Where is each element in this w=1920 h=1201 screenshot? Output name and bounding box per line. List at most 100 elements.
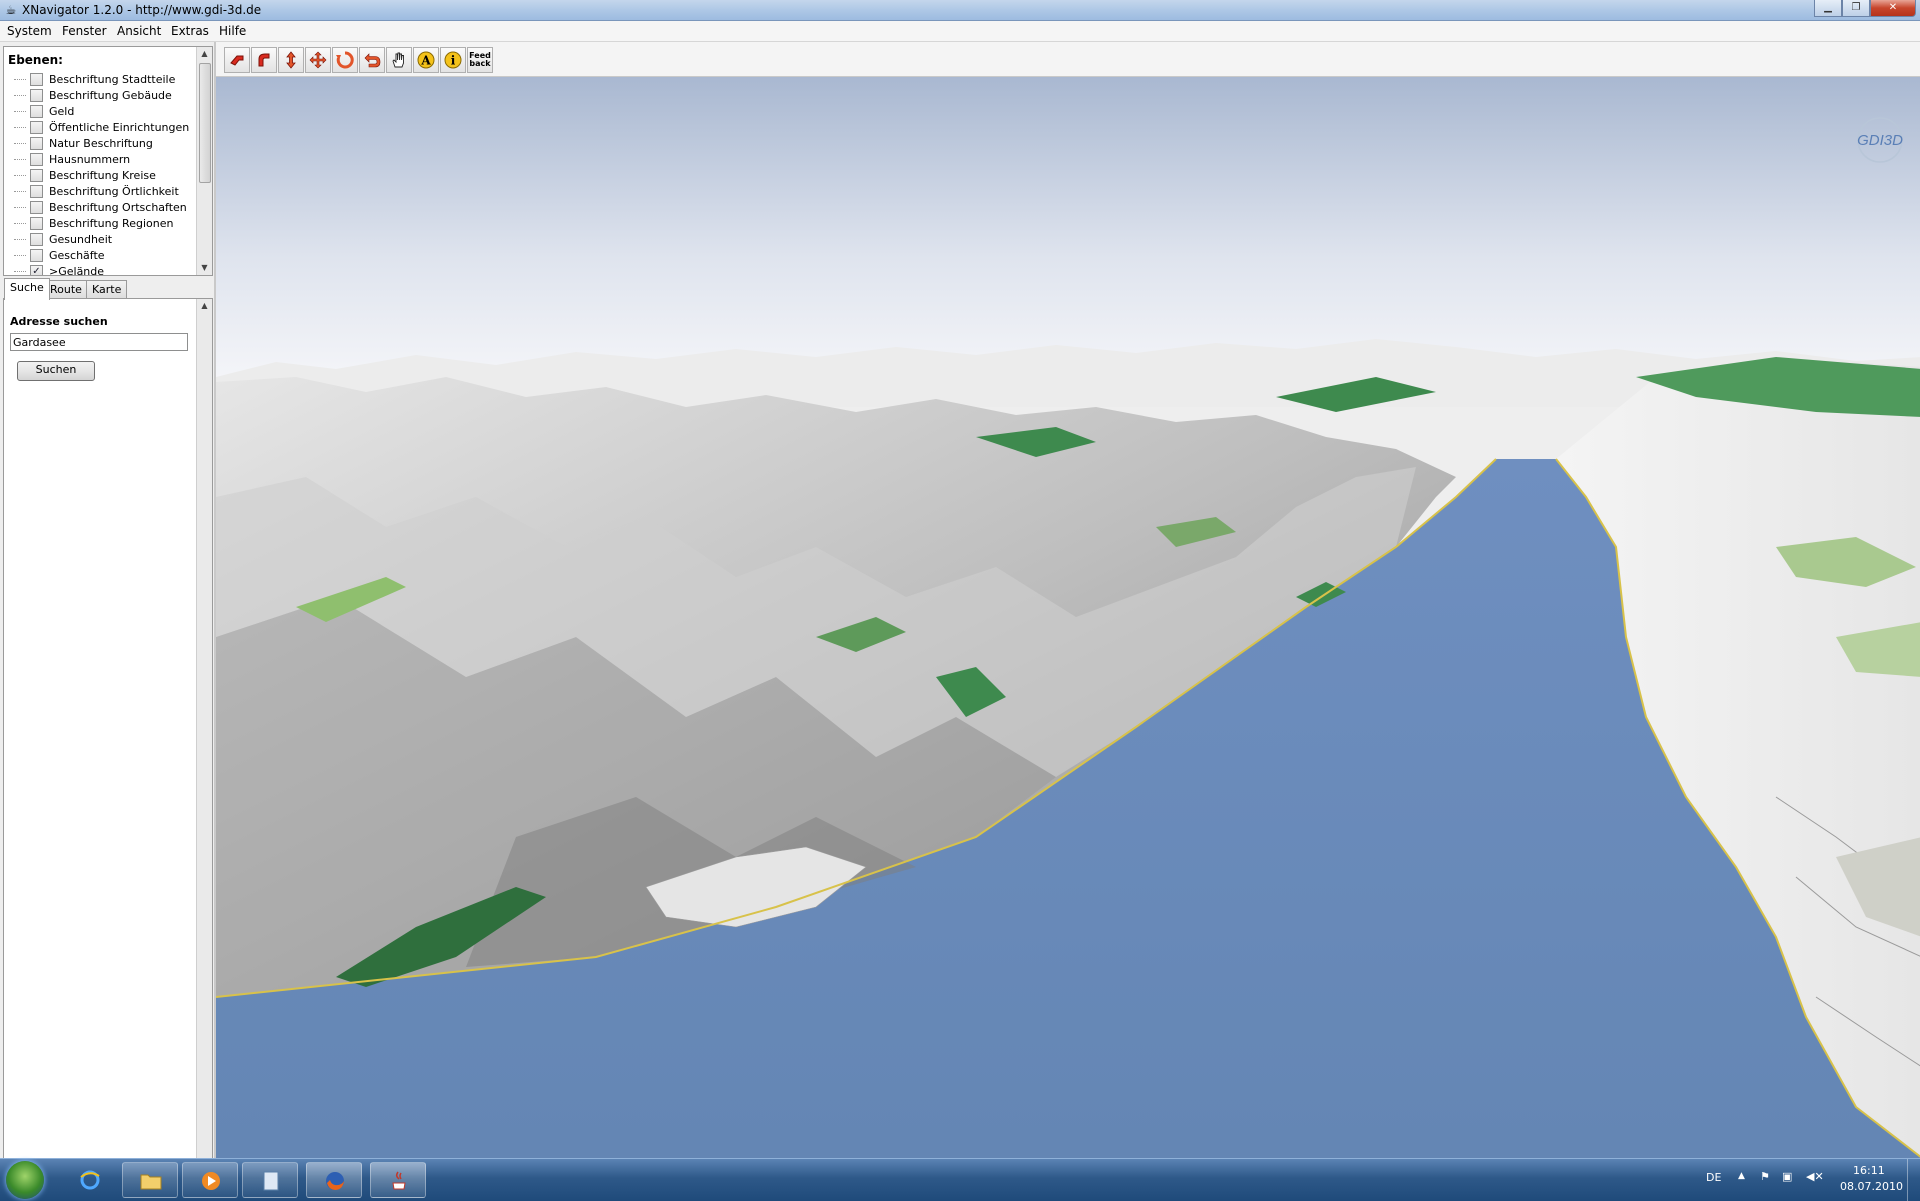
layer-checkbox-checked[interactable]: ✓ xyxy=(30,264,43,275)
pan-button[interactable] xyxy=(386,47,412,73)
menu-fenster[interactable]: Fenster xyxy=(62,24,107,38)
window-title-bar[interactable]: ☕ XNavigator 1.2.0 - http://www.gdi-3d.d… xyxy=(0,0,1920,21)
tab-karte[interactable]: Karte xyxy=(86,280,128,299)
layer-checkbox[interactable] xyxy=(30,136,43,150)
search-panel-scrollbar[interactable]: ▲ ▼ xyxy=(196,299,212,1198)
scroll-up-icon[interactable]: ▲ xyxy=(197,299,212,313)
layers-panel: Ebenen: Beschriftung Stadtteile Beschrif… xyxy=(3,46,213,276)
tree-connector xyxy=(14,174,26,176)
sidebar-tabs: Suche Route Karte xyxy=(3,278,211,300)
show-desktop-button[interactable] xyxy=(1907,1159,1920,1201)
layers-scrollbar[interactable]: ▲ ▼ xyxy=(196,47,212,275)
taskbar-java[interactable] xyxy=(370,1162,426,1198)
layer-checkbox[interactable] xyxy=(30,248,43,262)
tree-connector xyxy=(14,238,26,240)
map-viewport: A i Feed back GDI3D xyxy=(214,42,1920,1158)
tree-connector xyxy=(14,126,26,128)
info-button[interactable]: i xyxy=(440,47,466,73)
text-label-button[interactable]: A xyxy=(413,47,439,73)
layer-item[interactable]: Gesundheit xyxy=(14,231,112,247)
internet-explorer-icon xyxy=(80,1170,100,1190)
show-hidden-icons-icon[interactable]: ▲ xyxy=(1738,1171,1745,1181)
clock-time[interactable]: 16:11 xyxy=(1853,1164,1885,1177)
menu-ansicht[interactable]: Ansicht xyxy=(117,24,161,38)
move-all-directions-icon xyxy=(309,51,327,69)
taskbar-media-player[interactable] xyxy=(182,1162,238,1198)
layer-label: Natur Beschriftung xyxy=(49,136,153,150)
window-controls: ▁ ❐ ✕ xyxy=(1814,0,1916,18)
taskbar-explorer[interactable] xyxy=(122,1162,178,1198)
menu-hilfe[interactable]: Hilfe xyxy=(219,24,246,38)
language-indicator[interactable]: DE xyxy=(1706,1171,1721,1184)
layer-item[interactable]: Hausnummern xyxy=(14,151,130,167)
tilt-button[interactable] xyxy=(251,47,277,73)
layer-checkbox[interactable] xyxy=(30,88,43,102)
rotate-left-icon xyxy=(230,55,244,66)
layer-item[interactable]: Beschriftung Kreise xyxy=(14,167,156,183)
layer-checkbox[interactable] xyxy=(30,184,43,198)
layer-label: Hausnummern xyxy=(49,152,131,166)
feedback-button[interactable]: Feed back xyxy=(467,47,493,73)
layer-item[interactable]: Beschriftung Stadtteile xyxy=(14,71,175,87)
search-button[interactable]: Suchen xyxy=(17,361,95,381)
menu-extras[interactable]: Extras xyxy=(171,24,209,38)
network-icon[interactable]: ▣ xyxy=(1782,1170,1792,1183)
move-vertical-button[interactable] xyxy=(278,47,304,73)
reset-view-icon xyxy=(336,51,354,69)
text-label-icon: A xyxy=(417,51,435,69)
layer-item[interactable]: Beschriftung Regionen xyxy=(14,215,173,231)
layer-checkbox[interactable] xyxy=(30,72,43,86)
layer-label: Beschriftung Örtlichkeit xyxy=(49,184,179,198)
layer-checkbox[interactable] xyxy=(30,216,43,230)
minimize-button[interactable]: ▁ xyxy=(1814,0,1842,17)
reset-view-button[interactable] xyxy=(332,47,358,73)
layer-checkbox[interactable] xyxy=(30,200,43,214)
layer-item[interactable]: Natur Beschriftung xyxy=(14,135,153,151)
address-search-input[interactable] xyxy=(10,333,188,351)
layer-checkbox[interactable] xyxy=(30,168,43,182)
taskbar-firefox[interactable] xyxy=(306,1162,362,1198)
layer-item[interactable]: Geld xyxy=(14,103,74,119)
action-center-flag-icon[interactable]: ⚑ xyxy=(1760,1170,1770,1183)
tree-connector xyxy=(14,222,26,224)
notepad-icon xyxy=(263,1171,279,1191)
info-icon: i xyxy=(444,51,462,69)
move-vertical-icon xyxy=(286,51,296,69)
svg-text:A: A xyxy=(420,54,431,68)
gdi3d-watermark: GDI3D xyxy=(1857,132,1903,149)
layer-item[interactable]: ✓ >Gelände xyxy=(14,263,104,275)
layer-checkbox[interactable] xyxy=(30,120,43,134)
maximize-button[interactable]: ❐ xyxy=(1842,0,1870,17)
layer-item[interactable]: Beschriftung Gebäude xyxy=(14,87,172,103)
undo-button[interactable] xyxy=(359,47,385,73)
layer-item[interactable]: Geschäfte xyxy=(14,247,105,263)
layer-label: Öffentliche Einrichtungen xyxy=(49,120,190,134)
windows-taskbar: DE ▲ ⚑ ▣ ◀✕ 16:11 08.07.2010 xyxy=(0,1158,1920,1201)
layer-checkbox[interactable] xyxy=(30,104,43,118)
scroll-down-icon[interactable]: ▼ xyxy=(197,261,212,275)
layer-item[interactable]: Öffentliche Einrichtungen xyxy=(14,119,189,135)
tree-connector xyxy=(14,110,26,112)
rotate-left-button[interactable] xyxy=(224,47,250,73)
address-search-heading: Adresse suchen xyxy=(10,315,108,328)
layer-item[interactable]: Beschriftung Ortschaften xyxy=(14,199,187,215)
taskbar-notepad[interactable] xyxy=(242,1162,298,1198)
layer-checkbox[interactable] xyxy=(30,152,43,166)
layer-item[interactable]: Beschriftung Örtlichkeit xyxy=(14,183,179,199)
scroll-thumb[interactable] xyxy=(199,63,211,183)
tab-route[interactable]: Route xyxy=(44,280,88,299)
search-panel: Adresse suchen Suchen ▲ ▼ xyxy=(3,298,213,1199)
move-all-button[interactable] xyxy=(305,47,331,73)
tab-suche[interactable]: Suche xyxy=(4,278,50,300)
scroll-up-icon[interactable]: ▲ xyxy=(197,47,212,61)
layer-label: Beschriftung Ortschaften xyxy=(49,200,187,214)
start-button[interactable] xyxy=(6,1161,44,1199)
volume-muted-icon[interactable]: ◀✕ xyxy=(1806,1170,1824,1183)
menu-system[interactable]: System xyxy=(7,24,52,38)
close-button[interactable]: ✕ xyxy=(1870,0,1916,17)
clock-date[interactable]: 08.07.2010 xyxy=(1840,1180,1903,1193)
tree-connector xyxy=(14,190,26,192)
taskbar-internet-explorer[interactable] xyxy=(62,1162,118,1198)
3d-terrain-view[interactable]: GDI3D xyxy=(216,77,1920,1158)
layer-checkbox[interactable] xyxy=(30,232,43,246)
